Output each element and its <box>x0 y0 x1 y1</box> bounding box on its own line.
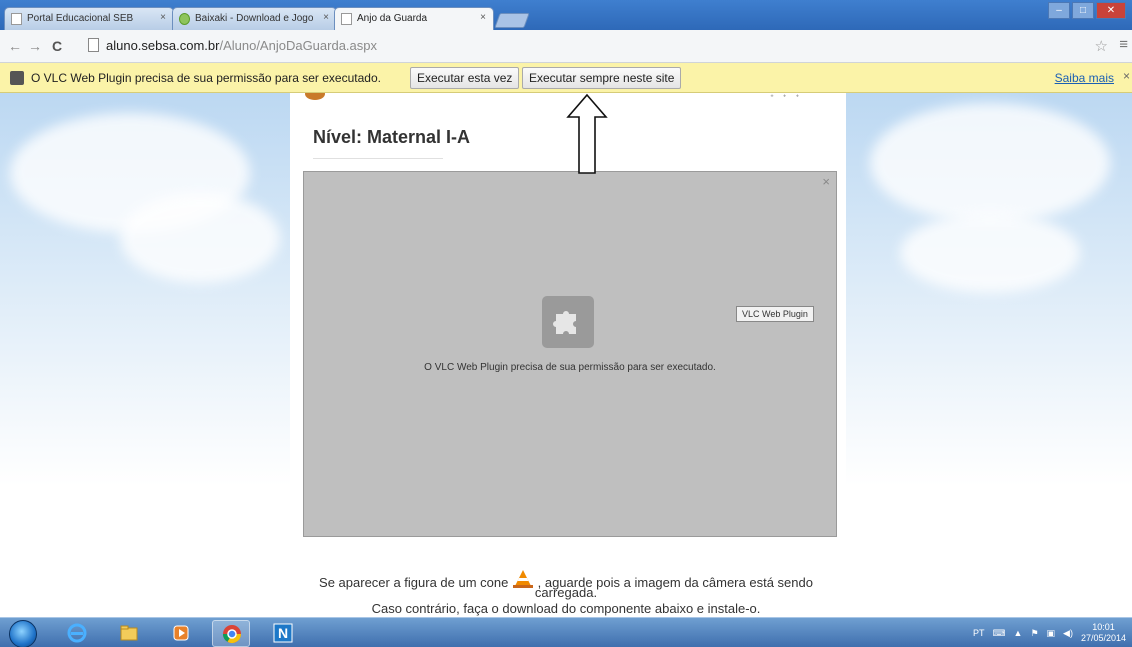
keyboard-icon[interactable]: ⌨ <box>993 628 1006 639</box>
baixaki-favicon-icon <box>179 13 190 25</box>
reload-icon[interactable]: C <box>52 38 62 54</box>
action-center-flag-icon[interactable]: ⚑ <box>1030 628 1038 639</box>
menu-icon[interactable]: ≡ <box>1119 36 1128 53</box>
tab-label: Portal Educacional SEB <box>27 13 134 24</box>
plugin-placeholder[interactable]: × VLC Web Plugin O VLC Web Plugin precis… <box>303 171 837 537</box>
plugin-infobar: O VLC Web Plugin precisa de sua permissã… <box>0 63 1132 93</box>
show-hidden-icons-icon[interactable]: ▲ <box>1014 628 1023 638</box>
folder-icon <box>120 625 138 641</box>
tab-portal-educacional[interactable]: Portal Educacional SEB × <box>4 7 174 30</box>
tab-anjo-da-guarda[interactable]: Anjo da Guarda × <box>334 7 494 30</box>
address-bar[interactable]: aluno.sebsa.com.br/Aluno/AnjoDaGuarda.as… <box>88 35 1088 57</box>
start-button[interactable] <box>9 620 37 647</box>
forward-icon[interactable]: → <box>28 38 42 54</box>
plugin-message: O VLC Web Plugin precisa de sua permissã… <box>424 362 716 373</box>
network-icon[interactable]: ▣ <box>1047 628 1056 639</box>
chrome-icon <box>223 625 241 644</box>
page-title: Nível: Maternal I-A <box>313 127 471 147</box>
page-icon <box>88 38 99 52</box>
close-icon[interactable]: × <box>160 12 166 23</box>
back-icon[interactable]: ← <box>8 38 22 54</box>
page-content: ᐩ ᐩ ᐩ Nível: Maternal I-A × VLC Web Plug… <box>0 93 1132 617</box>
tab-strip: Portal Educacional SEB × Baixaki - Downl… <box>0 0 1132 30</box>
infobar-close-icon[interactable]: × <box>1123 69 1130 83</box>
tab-label: Anjo da Guarda <box>357 13 428 24</box>
chrome-button[interactable] <box>212 620 250 647</box>
file-explorer-button[interactable] <box>110 620 148 647</box>
media-player-button[interactable] <box>162 620 200 647</box>
media-player-icon <box>173 625 189 641</box>
system-tray: PT ⌨ ▲ ⚑ ▣ ◀) 10:01 27/05/2014 <box>973 622 1126 644</box>
run-once-button[interactable]: Executar esta vez <box>410 67 520 89</box>
puzzle-icon <box>10 71 24 85</box>
new-tab-button[interactable] <box>494 13 530 28</box>
n-app-icon: N <box>273 623 293 643</box>
svg-text:N: N <box>278 625 288 641</box>
header-ornament: ᐩ ᐩ ᐩ <box>770 93 803 104</box>
browser-toolbar: ← → C aluno.sebsa.com.br/Aluno/AnjoDaGua… <box>0 30 1132 63</box>
volume-icon[interactable]: ◀) <box>1063 628 1073 639</box>
infobar-message: O VLC Web Plugin precisa de sua permissã… <box>31 71 381 85</box>
window-controls: – □ ✕ <box>1048 2 1126 19</box>
cloud-decoration <box>120 193 280 283</box>
close-window-button[interactable]: ✕ <box>1096 2 1126 19</box>
cloud-decoration <box>900 213 1080 293</box>
cone-text-line2: carregada. <box>534 585 598 600</box>
language-indicator[interactable]: PT <box>973 628 985 638</box>
bookmark-star-icon[interactable]: ☆ <box>1095 37 1108 55</box>
clock-time: 10:01 <box>1092 622 1115 632</box>
cloud-decoration <box>870 103 1110 223</box>
internet-explorer-button[interactable] <box>58 620 96 647</box>
plugin-puzzle-icon <box>542 296 594 348</box>
url-text: aluno.sebsa.com.br/Aluno/AnjoDaGuarda.as… <box>106 38 377 53</box>
plugin-name-tag: VLC Web Plugin <box>736 306 814 322</box>
taskbar: N PT ⌨ ▲ ⚑ ▣ ◀) 10:01 27/05/2014 <box>0 617 1132 647</box>
download-instruction: Caso contrário, faça o download do compo… <box>371 601 761 616</box>
clock-date: 27/05/2014 <box>1080 633 1126 643</box>
divider <box>313 158 443 159</box>
page-icon <box>11 13 22 25</box>
run-always-button[interactable]: Executar sempre neste site <box>522 67 682 89</box>
close-icon[interactable]: × <box>822 174 830 189</box>
clock[interactable]: 10:01 27/05/2014 <box>1081 622 1126 644</box>
internet-explorer-icon <box>67 623 87 643</box>
close-icon[interactable]: × <box>323 12 329 23</box>
tab-baixaki[interactable]: Baixaki - Download e Jogo × <box>172 7 337 30</box>
close-icon[interactable]: × <box>480 12 486 23</box>
learn-more-link[interactable]: Saiba mais <box>1055 71 1114 85</box>
up-arrow-annotation <box>566 93 608 174</box>
minimize-button[interactable]: – <box>1048 2 1070 19</box>
app-n-button[interactable]: N <box>264 620 302 647</box>
page-icon <box>341 13 352 25</box>
tab-label: Baixaki - Download e Jogo <box>195 13 314 24</box>
maximize-button[interactable]: □ <box>1072 2 1094 19</box>
